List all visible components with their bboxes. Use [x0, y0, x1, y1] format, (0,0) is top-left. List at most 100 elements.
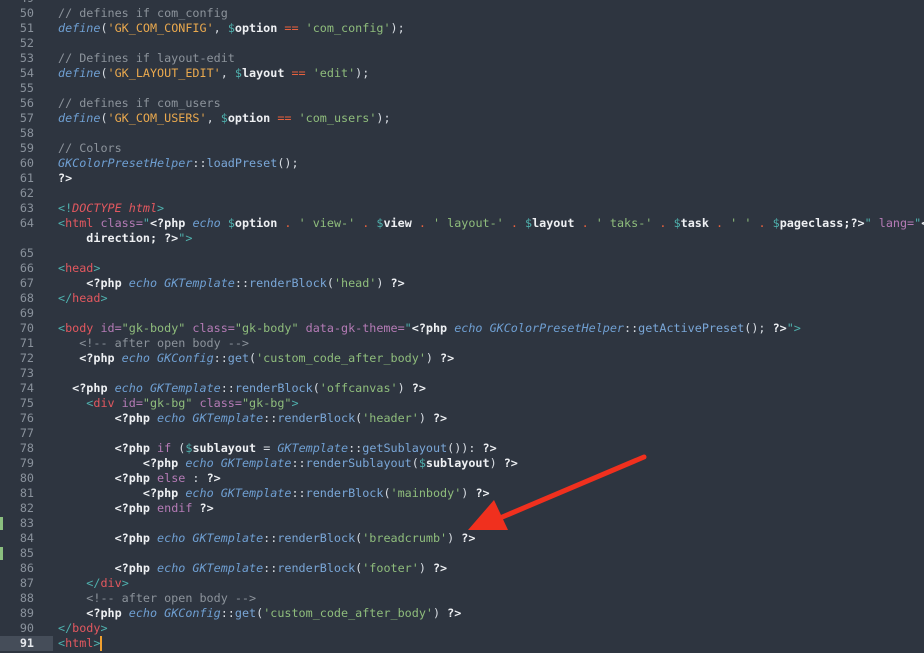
line-number[interactable]: 62: [0, 186, 34, 201]
code-text[interactable]: <?php echo GKTemplate::renderSublayout($…: [58, 456, 518, 471]
code-line-79[interactable]: 79 <?php echo GKTemplate::renderSublayou…: [0, 456, 924, 471]
code-line-64[interactable]: 64 <html class="<?php echo $option . ' vi…: [0, 216, 924, 231]
line-number[interactable]: 79: [0, 456, 34, 471]
code-editor[interactable]: 4950// defines if com_config51define('GK…: [0, 0, 924, 651]
code-text[interactable]: <?php echo GKTemplate::renderBlock('brea…: [58, 531, 476, 546]
line-number[interactable]: 71: [0, 336, 34, 351]
code-line-50[interactable]: 50 // defines if com_config: [0, 6, 924, 21]
code-line-72[interactable]: 72 <?php echo GKConfig::get('custom_code…: [0, 351, 924, 366]
code-text[interactable]: // defines if com_config: [58, 6, 228, 21]
code-text[interactable]: <?php endif ?>: [58, 501, 214, 516]
code-text[interactable]: <body id="gk-body" class="gk-body" data-…: [58, 321, 801, 336]
code-text[interactable]: // Colors: [58, 141, 122, 156]
code-line-56[interactable]: 56 // defines if com_users: [0, 96, 924, 111]
code-line-83[interactable]: 83: [0, 516, 924, 531]
code-text[interactable]: <div id="gk-bg" class="gk-bg">: [58, 396, 298, 411]
line-number[interactable]: 91: [0, 636, 34, 651]
line-number[interactable]: 67: [0, 276, 34, 291]
code-line-52[interactable]: 52: [0, 36, 924, 51]
code-text[interactable]: define('GK_LAYOUT_EDIT', $layout == 'edi…: [58, 66, 369, 81]
code-line-71[interactable]: 71 <!-- after open body -->: [0, 336, 924, 351]
line-number[interactable]: 72: [0, 351, 34, 366]
line-number[interactable]: 73: [0, 366, 34, 381]
line-number[interactable]: 81: [0, 486, 34, 501]
code-line-84[interactable]: 84 <?php echo GKTemplate::renderBlock('b…: [0, 531, 924, 546]
code-line-55[interactable]: 55: [0, 81, 924, 96]
code-line-75[interactable]: 75 <div id="gk-bg" class="gk-bg">: [0, 396, 924, 411]
line-number[interactable]: 84: [0, 531, 34, 546]
code-text[interactable]: </head>: [58, 291, 108, 306]
line-number[interactable]: 51: [0, 21, 34, 36]
line-number[interactable]: 88: [0, 591, 34, 606]
code-line-51[interactable]: 51 define('GK_COM_CONFIG', $option == 'co…: [0, 21, 924, 36]
line-number[interactable]: 80: [0, 471, 34, 486]
line-number[interactable]: 70: [0, 321, 34, 336]
code-line-89[interactable]: 89 <?php echo GKConfig::get('custom_code…: [0, 606, 924, 621]
code-text[interactable]: </div>: [58, 576, 128, 591]
line-number[interactable]: 53: [0, 51, 34, 66]
line-number[interactable]: 74: [0, 381, 34, 396]
code-line-90[interactable]: 90 </body>: [0, 621, 924, 636]
code-line-60[interactable]: 60 GKColorPresetHelper::loadPreset();: [0, 156, 924, 171]
code-text[interactable]: GKColorPresetHelper::loadPreset();: [58, 156, 299, 171]
code-line-73[interactable]: 73: [0, 366, 924, 381]
code-text[interactable]: <head>: [58, 261, 100, 276]
code-line-53[interactable]: 53 // Defines if layout-edit: [0, 51, 924, 66]
line-number[interactable]: 65: [0, 246, 34, 261]
code-line-62[interactable]: 62: [0, 186, 924, 201]
line-number[interactable]: 85: [0, 546, 34, 561]
code-text[interactable]: <?php echo GKTemplate::renderBlock('main…: [58, 486, 490, 501]
code-text[interactable]: // Defines if layout-edit: [58, 51, 235, 66]
line-number[interactable]: 50: [0, 6, 34, 21]
code-line-65[interactable]: 65: [0, 246, 924, 261]
line-number[interactable]: 59: [0, 141, 34, 156]
code-text[interactable]: <?php echo GKTemplate::renderBlock('foot…: [58, 561, 448, 576]
line-number[interactable]: 55: [0, 81, 34, 96]
code-text[interactable]: </body>: [58, 621, 108, 636]
line-number[interactable]: 56: [0, 96, 34, 111]
line-number[interactable]: 90: [0, 621, 34, 636]
line-number[interactable]: 61: [0, 171, 34, 186]
code-line-68[interactable]: 68 </head>: [0, 291, 924, 306]
code-line-86[interactable]: 86 <?php echo GKTemplate::renderBlock('f…: [0, 561, 924, 576]
code-line-77[interactable]: 77: [0, 426, 924, 441]
code-line-70[interactable]: 70 <body id="gk-body" class="gk-body" dat…: [0, 321, 924, 336]
code-line-78[interactable]: 78 <?php if ($sublayout = GKTemplate::ge…: [0, 441, 924, 456]
line-number[interactable]: 89: [0, 606, 34, 621]
code-line-58[interactable]: 58: [0, 126, 924, 141]
code-text[interactable]: define('GK_COM_CONFIG', $option == 'com_…: [58, 21, 405, 36]
code-line-85[interactable]: 85: [0, 546, 924, 561]
code-text[interactable]: <!-- after open body -->: [58, 336, 249, 351]
code-line-87[interactable]: 87 </div>: [0, 576, 924, 591]
code-line-66[interactable]: 66 <head>: [0, 261, 924, 276]
code-line-wrap[interactable]: direction; ?>">: [0, 231, 924, 246]
line-number[interactable]: 57: [0, 111, 34, 126]
code-text[interactable]: direction; ?>">: [58, 231, 192, 246]
line-number[interactable]: 60: [0, 156, 34, 171]
line-number[interactable]: 69: [0, 306, 34, 321]
line-number[interactable]: 54: [0, 66, 34, 81]
code-text[interactable]: <?php echo GKTemplate::renderBlock('head…: [58, 276, 404, 291]
code-text[interactable]: <html class="<?php echo $option . ' view…: [58, 216, 924, 231]
code-text[interactable]: <?php echo GKTemplate::renderBlock('offc…: [58, 381, 426, 396]
code-text[interactable]: ?>: [58, 171, 72, 186]
code-text[interactable]: // defines if com_users: [58, 96, 221, 111]
line-number[interactable]: 86: [0, 561, 34, 576]
line-number[interactable]: 68: [0, 291, 34, 306]
line-number[interactable]: 64: [0, 216, 34, 231]
code-text[interactable]: <?php if ($sublayout = GKTemplate::getSu…: [58, 441, 497, 456]
line-number[interactable]: 75: [0, 396, 34, 411]
code-line-80[interactable]: 80 <?php else : ?>: [0, 471, 924, 486]
code-line-69[interactable]: 69: [0, 306, 924, 321]
line-number[interactable]: 83: [0, 516, 34, 531]
code-text[interactable]: define('GK_COM_USERS', $option == 'com_u…: [58, 111, 391, 126]
line-number[interactable]: 66: [0, 261, 34, 276]
code-line-91[interactable]: 91 <html>: [0, 636, 924, 651]
code-line-81[interactable]: 81 <?php echo GKTemplate::renderBlock('m…: [0, 486, 924, 501]
code-line-59[interactable]: 59 // Colors: [0, 141, 924, 156]
line-number[interactable]: 82: [0, 501, 34, 516]
code-text[interactable]: <?php echo GKConfig::get('custom_code_af…: [58, 606, 461, 621]
code-text[interactable]: <html>: [58, 636, 103, 651]
code-text[interactable]: <?php echo GKTemplate::renderBlock('head…: [58, 411, 448, 426]
code-text[interactable]: <!-- after open body -->: [58, 591, 256, 606]
